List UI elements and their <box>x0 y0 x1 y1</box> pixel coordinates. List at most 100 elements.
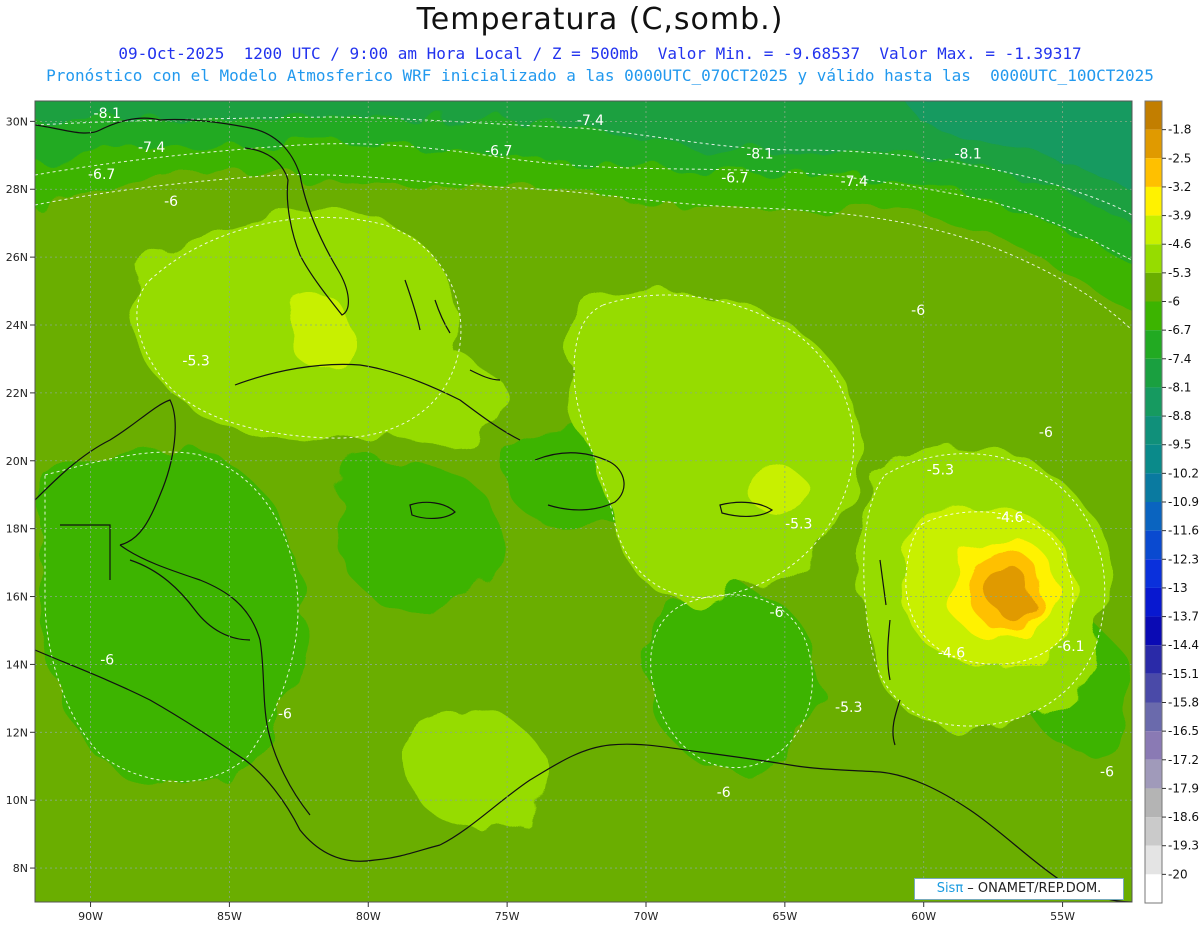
colorbar-label: -10.9 <box>1168 495 1199 509</box>
colorbar-cell <box>1145 416 1162 445</box>
colorbar-label: -3.9 <box>1168 209 1191 223</box>
lat-tick-label: 24N <box>6 319 28 332</box>
contour-label: -7.4 <box>841 174 868 190</box>
credit-brand: Sisπ <box>936 881 964 896</box>
contour-label: -6.7 <box>721 170 748 186</box>
colorbar-cell <box>1145 244 1162 273</box>
colorbar-label: -13 <box>1168 581 1188 595</box>
colorbar-cell <box>1145 502 1162 531</box>
lat-tick-label: 16N <box>6 591 28 604</box>
contour-label: -6 <box>1039 425 1053 441</box>
colorbar-cell <box>1145 358 1162 388</box>
colorbar-cell <box>1145 645 1162 674</box>
colorbar-label: -19.3 <box>1168 839 1199 853</box>
colorbar-label: -9.5 <box>1168 438 1191 452</box>
lat-tick-label: 20N <box>6 455 28 468</box>
contour-label: -8.1 <box>746 147 773 163</box>
contour-label: -8.1 <box>954 147 981 163</box>
colorbar-cell <box>1145 673 1162 703</box>
colorbar-label: -12.3 <box>1168 552 1199 566</box>
contour-label: -4.6 <box>996 510 1023 526</box>
colorbar-label: -4.6 <box>1168 237 1191 251</box>
colorbar-label: -18.6 <box>1168 810 1199 824</box>
lat-tick-label: 18N <box>6 523 28 536</box>
contour-label: -6 <box>717 785 731 801</box>
lon-tick-label: 80W <box>356 910 381 923</box>
colorbar-cell <box>1145 272 1162 302</box>
colorbar-cell <box>1145 530 1162 560</box>
lat-tick-label: 30N <box>6 115 28 128</box>
colorbar-cell <box>1145 559 1162 588</box>
colorbar: -1.8 -2.5 -3.2 -3.9 -4.6 -5.3 -6 -6.7 -7.4 -8.1 -8… <box>1144 100 1199 904</box>
colorbar-label: -2.5 <box>1168 151 1191 165</box>
colorbar-cell <box>1145 788 1162 818</box>
contour-label: -6 <box>278 707 292 723</box>
colorbar-label: -17.2 <box>1168 753 1199 767</box>
colorbar-cell <box>1145 845 1162 875</box>
colorbar-label: -11.6 <box>1168 524 1199 538</box>
colorbar-label: -3.2 <box>1168 180 1191 194</box>
contour-label: -5.3 <box>927 462 954 478</box>
lat-tick-label: 26N <box>6 251 28 264</box>
contour-label: -6 <box>911 303 925 319</box>
colorbar-cell <box>1145 874 1162 903</box>
contour-label: -6.1 <box>1057 639 1084 655</box>
colorbar-cell <box>1145 731 1162 760</box>
colorbar-label: -14.4 <box>1168 638 1199 652</box>
colorbar-label: -15.8 <box>1168 696 1199 710</box>
contour-label: -6.7 <box>485 143 512 159</box>
colorbar-cell <box>1145 186 1162 216</box>
contour-label: -6 <box>770 605 784 621</box>
lat-tick-label: 8N <box>13 862 28 875</box>
colorbar-cell <box>1145 702 1162 732</box>
lat-tick-label: 28N <box>6 183 28 196</box>
colorbar-cell <box>1145 817 1162 846</box>
colorbar-cell <box>1145 101 1162 130</box>
colorbar-label: -8.8 <box>1168 409 1191 423</box>
colorbar-label: -5.3 <box>1168 266 1191 280</box>
colorbar-label: -7.4 <box>1168 352 1191 366</box>
colorbar-cell <box>1145 444 1162 474</box>
colorbar-cell <box>1145 387 1162 417</box>
colorbar-cell <box>1145 330 1162 359</box>
contour-label: -7.4 <box>577 113 604 129</box>
contour-label: -5.3 <box>785 517 812 533</box>
contour-label: -6 <box>164 194 178 210</box>
contour-label: -5.3 <box>182 354 209 370</box>
colorbar-label: -10.2 <box>1168 466 1199 480</box>
credit-box: Sisπ – ONAMET/REP.DOM. <box>914 878 1124 900</box>
contour-label: -6.7 <box>88 167 115 183</box>
colorbar-label: -16.5 <box>1168 724 1199 738</box>
colorbar-cell <box>1145 587 1162 617</box>
colorbar-cell <box>1145 759 1162 789</box>
shaded-field: -8.1 -7.4 -6.7 -6 -7.4 -6.7 -8.1 -6.7 -7.4 -8.1 -6… <box>35 101 1132 902</box>
colorbar-label: -13.7 <box>1168 610 1199 624</box>
map-figure: -8.1 -7.4 -6.7 -6 -7.4 -6.7 -8.1 -6.7 -7.4 -8.1 -6… <box>6 100 1199 923</box>
colorbar-label: -8.1 <box>1168 380 1191 394</box>
colorbar-label: -20 <box>1168 867 1188 881</box>
colorbar-label: -15.1 <box>1168 667 1199 681</box>
lon-tick-label: 75W <box>495 910 520 923</box>
contour-label: -6 <box>100 652 114 668</box>
lon-tick-label: 55W <box>1050 910 1075 923</box>
lat-tick-label: 22N <box>6 387 28 400</box>
lon-tick-label: 85W <box>217 910 242 923</box>
colorbar-label: -1.8 <box>1168 123 1191 137</box>
lat-tick-label: 10N <box>6 794 28 807</box>
colorbar-cell <box>1145 129 1162 159</box>
credit-org: – ONAMET/REP.DOM. <box>963 881 1102 896</box>
colorbar-cell <box>1145 616 1162 646</box>
lat-tick-label: 14N <box>6 658 28 671</box>
lat-tick-label: 12N <box>6 726 28 739</box>
contour-label: -7.4 <box>138 140 165 156</box>
contour-label: -6 <box>1100 764 1114 780</box>
contour-label: -5.3 <box>835 700 862 716</box>
contour-label: -4.6 <box>938 646 965 662</box>
colorbar-cell <box>1145 215 1162 245</box>
lon-tick-label: 90W <box>78 910 103 923</box>
colorbar-label: -6 <box>1168 295 1180 309</box>
colorbar-cell <box>1145 301 1162 331</box>
lon-tick-label: 60W <box>911 910 936 923</box>
colorbar-cell <box>1145 158 1162 187</box>
colorbar-label: -6.7 <box>1168 323 1191 337</box>
